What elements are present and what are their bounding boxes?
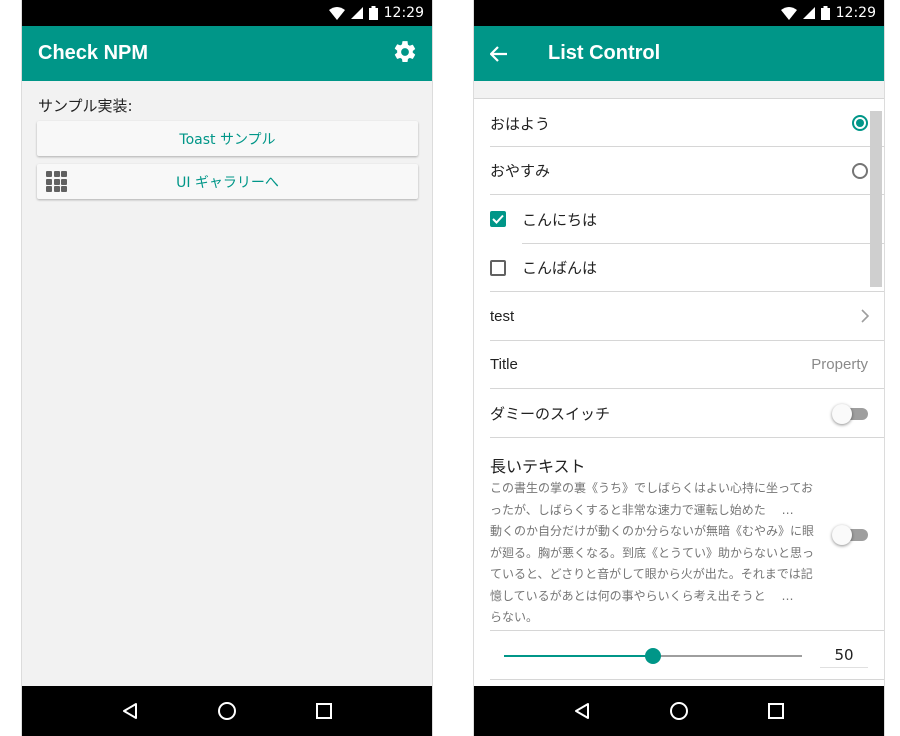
home-circle-icon[interactable] <box>664 696 694 726</box>
section-label: サンプル実装: <box>38 97 133 115</box>
radio-button-selected[interactable] <box>852 115 868 131</box>
signal-icon <box>802 7 815 19</box>
slider-fill <box>504 655 653 657</box>
check-item-konbanwa[interactable]: こんばんは <box>490 244 884 291</box>
status-bar: 12:29 <box>474 0 884 26</box>
back-triangle-icon[interactable] <box>567 696 597 726</box>
app-title: List Control <box>548 42 661 64</box>
checkbox-checked-icon[interactable] <box>490 211 506 227</box>
status-time: 12:29 <box>383 5 424 21</box>
check-label: こんにちは <box>522 210 598 229</box>
radio-label: おやすみ <box>490 162 551 180</box>
navigation-bar <box>474 686 884 736</box>
apps-grid-icon <box>46 171 67 192</box>
main-content: サンプル実装: Toast サンプル UI ギャラリーへ <box>22 81 432 686</box>
wifi-icon <box>328 6 345 20</box>
list-content: おはよう おやすみ こんにちは こんばんは test Title Propert… <box>474 81 884 686</box>
long-text-switch[interactable] <box>832 524 868 545</box>
scrollbar[interactable] <box>870 111 882 287</box>
status-bar: 12:29 <box>22 0 432 26</box>
slider-thumb[interactable] <box>645 648 661 664</box>
divider <box>490 437 884 438</box>
app-bar: List Control <box>474 26 884 81</box>
slider-value-field[interactable]: 50 <box>820 642 868 668</box>
phone-screen-check-npm: 12:29 Check NPM サンプル実装: Toast サンプル UI ギャ… <box>21 0 433 736</box>
radio-label: おはよう <box>490 114 551 133</box>
battery-icon <box>368 6 378 20</box>
switch-item-dummy[interactable]: ダミーのスイッチ <box>490 389 884 437</box>
back-triangle-icon[interactable] <box>115 696 145 726</box>
radio-item-ohayou[interactable]: おはよう <box>490 100 884 146</box>
divider <box>490 679 884 680</box>
ui-gallery-label: UI ギャラリーへ <box>176 174 279 191</box>
toast-sample-label: Toast サンプル <box>179 131 276 148</box>
long-text-title: 長いテキスト <box>490 457 586 476</box>
recents-square-icon[interactable] <box>761 696 791 726</box>
property-title: Title <box>490 356 518 373</box>
checkbox-icon[interactable] <box>490 259 506 276</box>
ui-gallery-button[interactable]: UI ギャラリーへ <box>37 164 418 199</box>
battery-icon <box>820 6 830 20</box>
list-top-spacer <box>474 81 884 99</box>
navigation-bar <box>22 686 432 736</box>
long-text-body: この書生の掌の裏《うち》でしばらくはよい心持に坐ってお ったが、しばらくすると非… <box>490 481 815 624</box>
signal-icon <box>350 7 363 19</box>
toast-sample-button[interactable]: Toast サンプル <box>37 121 418 156</box>
nav-item-test[interactable]: test <box>490 292 884 340</box>
app-bar: Check NPM <box>22 26 432 81</box>
value-slider[interactable] <box>504 648 802 664</box>
arrow-back-icon[interactable] <box>490 42 514 66</box>
recents-square-icon[interactable] <box>309 696 339 726</box>
gear-icon[interactable] <box>392 39 418 69</box>
check-item-konnichiwa[interactable]: こんにちは <box>490 195 884 243</box>
slider-item: 50 <box>490 630 884 680</box>
phone-screen-list-control: 12:29 List Control おはよう おやすみ こんにちは こんばんは <box>473 0 885 736</box>
home-circle-icon[interactable] <box>212 696 242 726</box>
check-label: こんばんは <box>522 259 598 277</box>
property-item[interactable]: Title Property <box>490 341 884 388</box>
dummy-switch[interactable] <box>832 403 868 424</box>
switch-label: ダミーのスイッチ <box>490 404 611 423</box>
chevron-right-icon <box>861 309 870 323</box>
radio-item-oyasumi[interactable]: おやすみ <box>490 147 884 194</box>
wifi-icon <box>780 6 797 20</box>
status-time: 12:29 <box>835 5 876 21</box>
nav-item-label: test <box>490 307 515 325</box>
app-title: Check NPM <box>38 42 149 64</box>
radio-button[interactable] <box>852 162 868 179</box>
property-value: Property <box>811 356 868 373</box>
